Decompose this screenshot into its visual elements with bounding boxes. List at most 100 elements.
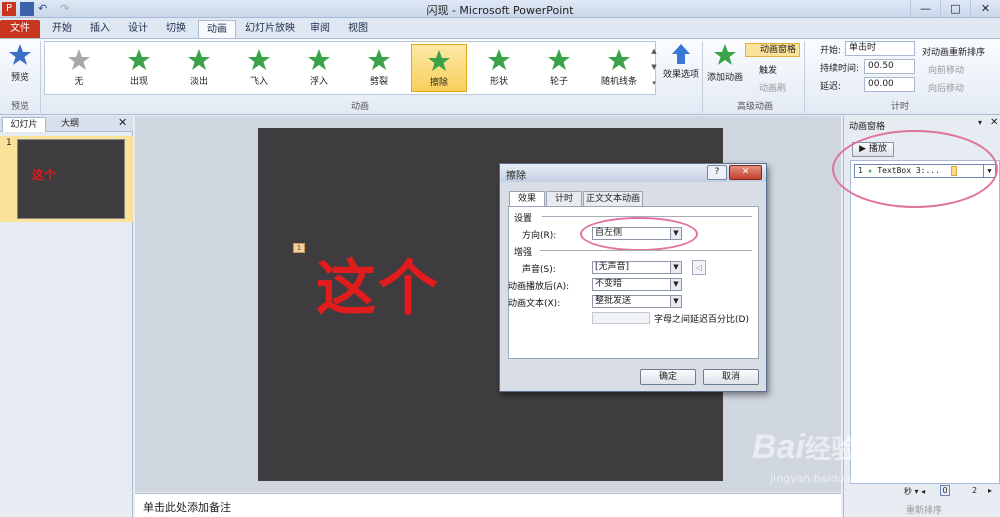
dialog-title-bar: 擦除 ? ✕ — [500, 164, 766, 182]
close-button[interactable]: ✕ — [970, 0, 1000, 17]
speaker-icon[interactable]: ◁ — [692, 260, 706, 275]
advanced-group-label: 高级动画 — [736, 102, 773, 112]
animation-item-label: 浮入 — [309, 77, 328, 87]
animation-item[interactable]: 出现 — [111, 44, 167, 92]
move-later-button[interactable]: 向后移动 — [928, 81, 964, 94]
enhance-heading: 增强 — [514, 248, 533, 258]
animate-text-label: 动画文本(X): — [508, 299, 561, 309]
ok-button[interactable]: 确定 — [640, 369, 696, 385]
animation-item-label: 轮子 — [549, 77, 568, 87]
animation-item-label: 淡出 — [189, 77, 208, 87]
duration-input[interactable]: 00.50 — [864, 59, 915, 74]
animation-item-label: 随机线条 — [600, 77, 637, 87]
tab-animations[interactable]: 动画 — [198, 20, 236, 38]
animation-item[interactable]: 劈裂 — [351, 44, 407, 92]
sound-select[interactable]: [无声音] ▼ — [592, 261, 682, 274]
close-anim-pane-icon[interactable]: ✕ — [990, 117, 998, 128]
tab-home[interactable]: 开始 — [44, 20, 80, 38]
close-pane-icon[interactable]: ✕ — [118, 116, 127, 129]
animation-star-icon — [308, 49, 330, 70]
duration-label: 持续时间: — [820, 64, 860, 74]
animation-star-icon — [248, 49, 270, 70]
add-animation-label: 添加动画 — [706, 73, 743, 83]
notes-pane[interactable]: 单击此处添加备注 — [135, 493, 841, 517]
start-select[interactable]: 单击时 — [845, 41, 915, 56]
animation-item[interactable]: 形状 — [471, 44, 527, 92]
after-animation-select[interactable]: 不变暗 ▼ — [592, 278, 682, 291]
animation-item[interactable]: 轮子 — [531, 44, 587, 92]
letter-delay-label: 字母之间延迟百分比(D) — [654, 315, 749, 325]
tab-design[interactable]: 设计 — [120, 20, 156, 38]
tab-effect[interactable]: 效果 — [509, 191, 545, 207]
start-label: 开始: — [820, 46, 842, 56]
animation-star-icon — [188, 49, 210, 70]
animation-star-icon — [68, 49, 90, 70]
animation-item[interactable]: 擦除 — [411, 44, 467, 92]
move-earlier-button[interactable]: 向前移动 — [928, 63, 964, 76]
sound-value: [无声音] — [595, 262, 630, 272]
watermark-suffix: 经验 — [804, 434, 857, 464]
animation-pane-button[interactable]: 动画窗格 — [745, 43, 800, 57]
animation-item[interactable]: 随机线条 — [591, 44, 647, 92]
scale-next-icon[interactable]: ▸ — [988, 486, 992, 495]
animation-pane-title: 动画窗格 — [849, 122, 886, 132]
help-button[interactable]: ? — [707, 165, 727, 180]
tab-view[interactable]: 视图 — [340, 20, 376, 38]
add-animation-button[interactable]: 添加动画 — [706, 41, 744, 95]
animation-star-icon — [368, 49, 390, 70]
seconds-label: 秒 ▾ ◂ — [904, 487, 926, 496]
tab-slideshow[interactable]: 幻灯片放映 — [240, 20, 300, 38]
letter-delay-input[interactable] — [592, 312, 650, 324]
tab-file[interactable]: 文件 — [0, 20, 40, 38]
preview-label: 预览 — [10, 73, 29, 83]
animation-star-icon — [488, 49, 510, 70]
tab-timing[interactable]: 计时 — [546, 191, 582, 206]
ribbon-tabs: 文件 开始 插入 设计 切换 动画 幻灯片放映 审阅 视图 — [0, 18, 1000, 38]
preview-star-icon — [9, 44, 31, 65]
dialog-title: 擦除 — [506, 171, 526, 182]
animation-item[interactable]: 飞入 — [231, 44, 287, 92]
animation-painter-button[interactable]: 动画刷 — [745, 81, 786, 94]
animation-star-icon — [428, 50, 450, 71]
effect-options-button[interactable]: 效果选项 — [662, 41, 700, 95]
animate-text-select[interactable]: 整批发送 ▼ — [592, 295, 682, 308]
highlight-circle-anim-pane — [832, 130, 998, 208]
minimize-button[interactable]: — — [910, 0, 940, 17]
animation-item-label: 擦除 — [429, 78, 448, 88]
sound-label: 声音(S): — [522, 265, 556, 275]
settings-heading: 设置 — [514, 214, 533, 224]
trigger-button[interactable]: 触发 — [745, 63, 777, 76]
tab-insert[interactable]: 插入 — [82, 20, 118, 38]
tab-outline[interactable]: 大纲 — [50, 117, 90, 132]
animation-item-label: 劈裂 — [369, 77, 388, 87]
tab-review[interactable]: 审阅 — [302, 20, 338, 38]
animation-item[interactable]: 淡出 — [171, 44, 227, 92]
cancel-button[interactable]: 取消 — [703, 369, 759, 385]
slides-pane: 幻灯片 大纲 ✕ 1 这个 — [0, 116, 133, 517]
animation-item[interactable]: 无 — [51, 44, 107, 92]
slide-thumbnail[interactable]: 这个 — [17, 139, 125, 219]
animation-tag[interactable]: 1 — [293, 243, 305, 253]
effect-options-label: 效果选项 — [662, 70, 699, 80]
pane-menu-icon[interactable]: ▾ — [978, 118, 982, 127]
preview-group-label: 预览 — [10, 102, 29, 112]
watermark-logo: Bai经验 — [752, 428, 857, 467]
animation-item-label: 飞入 — [249, 77, 268, 87]
after-animation-label: 动画播放后(A): — [508, 282, 570, 292]
delay-input[interactable]: 00.00 — [864, 77, 915, 92]
tab-text-animation[interactable]: 正文文本动画 — [583, 191, 643, 206]
maximize-button[interactable]: □ — [940, 0, 970, 17]
title-bar: P ↶ ↷ 闪现 - Microsoft PowerPoint — □ ✕ — [0, 0, 1000, 18]
slide-number: 1 — [6, 138, 12, 148]
animation-item[interactable]: 浮入 — [291, 44, 347, 92]
watermark-url: jingyan.baidu.com — [770, 472, 872, 485]
preview-button[interactable]: 预览 — [4, 41, 36, 95]
dialog-close-button[interactable]: ✕ — [729, 165, 762, 180]
slide-text[interactable]: 这个 — [316, 240, 440, 327]
notes-placeholder: 单击此处添加备注 — [143, 501, 231, 514]
gallery-scroll[interactable]: ▲ ▼ ▾ — [650, 43, 658, 93]
tab-slides[interactable]: 幻灯片 — [2, 117, 46, 132]
tab-transitions[interactable]: 切换 — [158, 20, 194, 38]
animation-star-icon — [548, 49, 570, 70]
chevron-down-icon: ▼ — [670, 279, 681, 290]
